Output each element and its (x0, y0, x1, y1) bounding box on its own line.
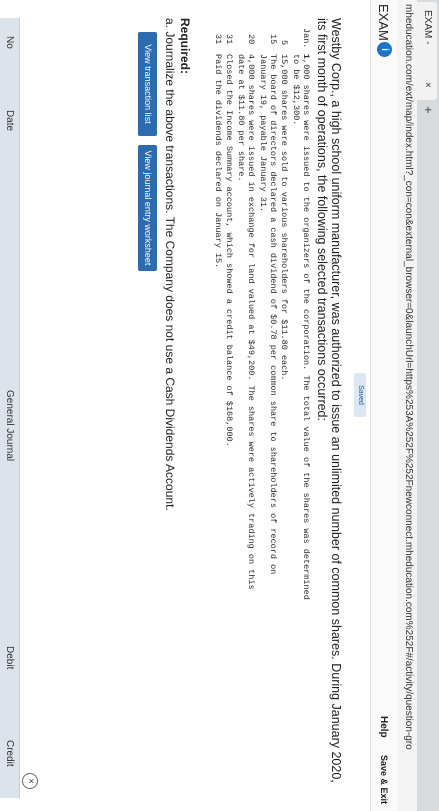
save-exit-button[interactable]: Save & Exit (379, 755, 389, 804)
exam-page: EXAM - × + mheducation.com/ext/map/index… (0, 0, 439, 811)
help-button[interactable]: Help (378, 716, 389, 738)
url-text: mheducation.com/ext/map/index.html?_con=… (403, 4, 414, 750)
new-tab-icon[interactable]: + (421, 106, 436, 114)
saved-badge: Saved (354, 373, 366, 417)
transaction-text: date at $11.80 per share. (236, 54, 246, 182)
journal-table-header: No Date General Journal Debit Credit (0, 18, 20, 798)
required-part-a: a. Journalize the above transactions. Th… (163, 18, 177, 511)
tab-title: EXAM - (422, 10, 433, 45)
address-bar[interactable]: mheducation.com/ext/map/index.html?_con=… (396, 0, 417, 811)
column-header-no: No (4, 36, 15, 49)
transaction-text: to be $12,300. (291, 54, 301, 126)
tab-close-icon[interactable]: × (422, 82, 433, 88)
browser-tab[interactable]: EXAM - × (417, 2, 437, 100)
column-header-date: Date (4, 110, 15, 132)
transaction-text: 1,000 shares were issued to the organize… (301, 54, 311, 600)
transaction-text: Paid the dividends declared on January 1… (213, 54, 223, 269)
info-icon[interactable]: i (377, 42, 392, 57)
column-header-general-journal: General Journal (4, 390, 15, 462)
transaction-text: Closed the Income Summary account, which… (224, 54, 234, 447)
transaction-text: January 19, payable January 31. (258, 54, 268, 213)
view-journal-entry-worksheet-button[interactable]: View journal entry worksheet (138, 145, 157, 271)
question-intro: Westby Corp., a high school uniform manu… (315, 18, 343, 783)
transaction-date: 31 (224, 34, 234, 45)
exam-header: EXAM i Help Save & Exit (370, 0, 397, 811)
required-label: Required: (178, 18, 192, 75)
page-title: EXAM (376, 4, 391, 41)
transaction-text: 4,000 shares were issued in exchange for… (246, 54, 256, 590)
view-transaction-list-button[interactable]: View transaction list (138, 32, 157, 136)
transaction-date: 20 (246, 34, 256, 45)
transaction-text: 15,000 shares were sold to various share… (279, 54, 289, 381)
column-header-credit: Credit (4, 740, 15, 767)
transaction-date: 31 (213, 34, 223, 45)
transaction-date: 5 (279, 40, 289, 46)
close-icon[interactable]: × (22, 773, 38, 789)
browser-tab-bar: EXAM - × + (417, 0, 439, 811)
transaction-date: 15 (268, 34, 278, 45)
transaction-text: The board of directors declared a cash d… (268, 54, 278, 575)
column-header-debit: Debit (4, 646, 15, 670)
